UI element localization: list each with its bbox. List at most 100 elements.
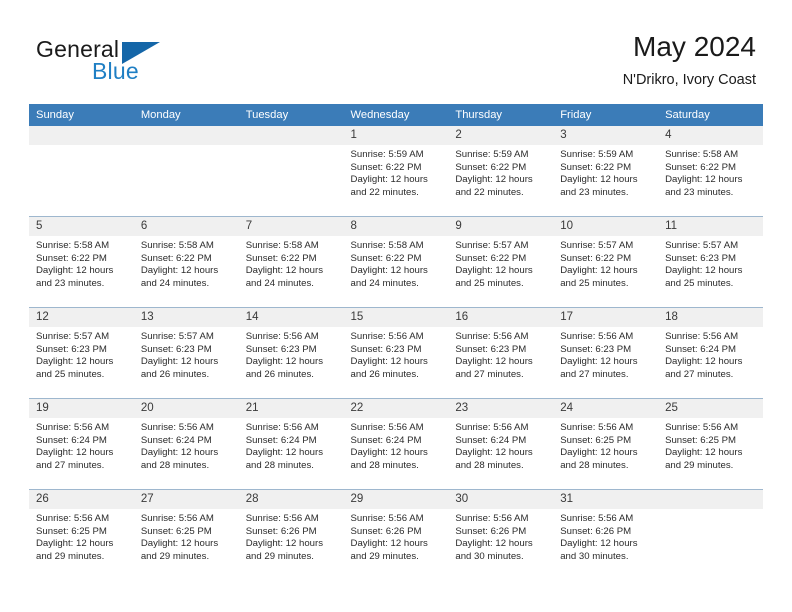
calendar-day-cell[interactable]: 13 Sunrise: 5:57 AM Sunset: 6:23 PM Dayligh…	[133, 307, 239, 399]
sunset-text: Sunset: 6:23 PM	[140, 343, 212, 355]
calendar-day-cell[interactable]: 4 Sunrise: 5:58 AM Sunset: 6:22 PM Daylight…	[658, 126, 763, 217]
daylight-text-line2: and 28 minutes.	[350, 459, 419, 471]
sunrise-text: Sunrise: 5:58 AM	[245, 240, 319, 251]
calendar-page: General Blue May 2024 N'Drikro, Ivory Co…	[0, 0, 792, 612]
daylight-text-line1: Daylight: 12 hours	[665, 174, 743, 186]
day-details: Sunrise: 5:57 AM Sunset: 6:23 PM Daylight:…	[658, 236, 763, 290]
sunrise-text: Sunrise: 5:56 AM	[455, 513, 529, 524]
daylight-text-line2: and 22 minutes.	[455, 186, 524, 198]
sunrise-text: Sunrise: 5:56 AM	[455, 331, 529, 342]
logo-word-blue: Blue	[92, 58, 139, 84]
sunrise-text: Sunrise: 5:56 AM	[36, 513, 110, 524]
day-details: Sunrise: 5:59 AM Sunset: 6:22 PM Daylight:…	[344, 145, 449, 199]
sunset-text: Sunset: 6:23 PM	[245, 343, 317, 355]
calendar-day-cell[interactable]: 18 Sunrise: 5:56 AM Sunset: 6:24 PM Dayligh…	[658, 307, 763, 399]
calendar-day-cell[interactable]: 1 Sunrise: 5:59 AM Sunset: 6:22 PM Daylight…	[343, 126, 449, 217]
calendar-day-cell[interactable]: 16 Sunrise: 5:56 AM Sunset: 6:23 PM Dayligh…	[448, 307, 554, 399]
calendar-day-cell[interactable]: 22 Sunrise: 5:56 AM Sunset: 6:24 PM Dayligh…	[343, 398, 449, 490]
daylight-text-line2: and 29 minutes.	[36, 550, 105, 562]
sunrise-text: Sunrise: 5:58 AM	[665, 149, 739, 160]
calendar-day-cell[interactable]	[29, 126, 134, 217]
calendar-day-cell[interactable]: 31 Sunrise: 5:56 AM Sunset: 6:26 PM Dayligh…	[553, 489, 659, 580]
daylight-text-line1: Daylight: 12 hours	[36, 265, 114, 277]
sunrise-text: Sunrise: 5:56 AM	[140, 513, 214, 524]
calendar-day-cell[interactable]: 3 Sunrise: 5:59 AM Sunset: 6:22 PM Daylight…	[553, 126, 659, 217]
day-number: 18	[658, 308, 763, 327]
sunrise-text: Sunrise: 5:59 AM	[560, 149, 634, 160]
calendar-day-cell[interactable]: 23 Sunrise: 5:56 AM Sunset: 6:24 PM Dayligh…	[448, 398, 554, 490]
daylight-text-line1: Daylight: 12 hours	[455, 174, 533, 186]
calendar-day-cell[interactable]: 11 Sunrise: 5:57 AM Sunset: 6:23 PM Dayligh…	[658, 216, 763, 308]
sunrise-text: Sunrise: 5:58 AM	[36, 240, 110, 251]
calendar-day-cell[interactable]	[133, 126, 239, 217]
calendar-day-cell[interactable]: 5 Sunrise: 5:58 AM Sunset: 6:22 PM Daylight…	[29, 216, 134, 308]
calendar-day-cell[interactable]: 17 Sunrise: 5:56 AM Sunset: 6:23 PM Dayligh…	[553, 307, 659, 399]
calendar-day-cell[interactable]	[658, 489, 763, 580]
daylight-text-line2: and 23 minutes.	[560, 186, 629, 198]
calendar-day-cell[interactable]: 7 Sunrise: 5:58 AM Sunset: 6:22 PM Daylight…	[238, 216, 344, 308]
sunset-text: Sunset: 6:24 PM	[245, 434, 317, 446]
calendar-week-row: 5 Sunrise: 5:58 AM Sunset: 6:22 PM Daylight…	[29, 216, 763, 308]
calendar-day-cell[interactable]: 21 Sunrise: 5:56 AM Sunset: 6:24 PM Dayligh…	[238, 398, 344, 490]
calendar-day-cell[interactable]: 19 Sunrise: 5:56 AM Sunset: 6:24 PM Dayligh…	[29, 398, 134, 490]
daylight-text-line2: and 28 minutes.	[455, 459, 524, 471]
daylight-text-line1: Daylight: 12 hours	[560, 174, 638, 186]
day-details: Sunrise: 5:56 AM Sunset: 6:26 PM Daylight:…	[553, 509, 658, 563]
calendar-day-cell[interactable]: 6 Sunrise: 5:58 AM Sunset: 6:22 PM Daylight…	[133, 216, 239, 308]
day-number	[238, 126, 344, 145]
calendar-day-cell[interactable]: 24 Sunrise: 5:56 AM Sunset: 6:25 PM Dayligh…	[553, 398, 659, 490]
sunset-text: Sunset: 6:22 PM	[350, 252, 422, 264]
sunrise-text: Sunrise: 5:57 AM	[455, 240, 529, 251]
daylight-text-line1: Daylight: 12 hours	[36, 538, 114, 550]
calendar-day-cell[interactable]: 15 Sunrise: 5:56 AM Sunset: 6:23 PM Dayligh…	[343, 307, 449, 399]
daylight-text-line2: and 28 minutes.	[560, 459, 629, 471]
daylight-text-line1: Daylight: 12 hours	[245, 265, 324, 277]
weekday-header-saturday: Saturday	[658, 104, 763, 126]
daylight-text-line1: Daylight: 12 hours	[455, 447, 533, 459]
sunrise-text: Sunrise: 5:56 AM	[560, 331, 634, 342]
calendar-day-cell[interactable]: 20 Sunrise: 5:56 AM Sunset: 6:24 PM Dayligh…	[133, 398, 239, 490]
weekday-header-thursday: Thursday	[448, 104, 554, 126]
day-details: Sunrise: 5:58 AM Sunset: 6:22 PM Daylight:…	[658, 145, 763, 199]
calendar-day-cell[interactable]: 10 Sunrise: 5:57 AM Sunset: 6:22 PM Dayligh…	[553, 216, 659, 308]
sunrise-text: Sunrise: 5:59 AM	[455, 149, 529, 160]
daylight-text-line1: Daylight: 12 hours	[560, 356, 638, 368]
sunset-text: Sunset: 6:22 PM	[455, 252, 527, 264]
weekday-header-monday: Monday	[133, 104, 239, 126]
calendar-week-row: 12 Sunrise: 5:57 AM Sunset: 6:23 PM Dayligh…	[29, 307, 763, 399]
calendar-week-row: 26 Sunrise: 5:56 AM Sunset: 6:25 PM Dayligh…	[29, 489, 763, 580]
day-details: Sunrise: 5:58 AM Sunset: 6:22 PM Daylight:…	[134, 236, 239, 290]
day-number: 30	[448, 490, 554, 509]
calendar-day-cell[interactable]: 25 Sunrise: 5:56 AM Sunset: 6:25 PM Dayligh…	[658, 398, 763, 490]
calendar-day-cell[interactable]: 9 Sunrise: 5:57 AM Sunset: 6:22 PM Daylight…	[448, 216, 554, 308]
calendar-day-cell[interactable]: 26 Sunrise: 5:56 AM Sunset: 6:25 PM Dayligh…	[29, 489, 134, 580]
day-number: 13	[133, 308, 239, 327]
daylight-text-line2: and 27 minutes.	[36, 459, 105, 471]
day-details: Sunrise: 5:59 AM Sunset: 6:22 PM Daylight:…	[448, 145, 553, 199]
day-number: 6	[133, 217, 239, 236]
calendar-day-cell[interactable]: 28 Sunrise: 5:56 AM Sunset: 6:26 PM Dayligh…	[238, 489, 344, 580]
calendar-week-row: 1 Sunrise: 5:59 AM Sunset: 6:22 PM Daylight…	[29, 126, 763, 217]
day-details: Sunrise: 5:56 AM Sunset: 6:23 PM Daylight:…	[344, 327, 449, 381]
calendar-day-cell[interactable]: 29 Sunrise: 5:56 AM Sunset: 6:26 PM Dayligh…	[343, 489, 449, 580]
daylight-text-line2: and 29 minutes.	[350, 550, 419, 562]
day-number: 24	[553, 399, 659, 418]
daylight-text-line1: Daylight: 12 hours	[140, 265, 219, 277]
day-details: Sunrise: 5:57 AM Sunset: 6:23 PM Daylight:…	[134, 327, 239, 381]
calendar-day-cell[interactable]: 2 Sunrise: 5:59 AM Sunset: 6:22 PM Daylight…	[448, 126, 554, 217]
general-blue-logo[interactable]: General Blue	[36, 36, 236, 88]
day-number: 10	[553, 217, 659, 236]
day-details: Sunrise: 5:56 AM Sunset: 6:26 PM Daylight:…	[448, 509, 553, 563]
calendar-day-cell[interactable]	[238, 126, 344, 217]
daylight-text-line1: Daylight: 12 hours	[350, 265, 428, 277]
calendar-day-cell[interactable]: 27 Sunrise: 5:56 AM Sunset: 6:25 PM Dayligh…	[133, 489, 239, 580]
day-details: Sunrise: 5:58 AM Sunset: 6:22 PM Daylight:…	[239, 236, 344, 290]
calendar-day-cell[interactable]: 12 Sunrise: 5:57 AM Sunset: 6:23 PM Dayligh…	[29, 307, 134, 399]
day-number: 29	[343, 490, 449, 509]
calendar-day-cell[interactable]: 14 Sunrise: 5:56 AM Sunset: 6:23 PM Dayligh…	[238, 307, 344, 399]
calendar-day-cell[interactable]: 8 Sunrise: 5:58 AM Sunset: 6:22 PM Daylight…	[343, 216, 449, 308]
calendar-day-cell[interactable]: 30 Sunrise: 5:56 AM Sunset: 6:26 PM Dayligh…	[448, 489, 554, 580]
sunset-text: Sunset: 6:26 PM	[245, 525, 317, 537]
daylight-text-line2: and 26 minutes.	[350, 368, 419, 380]
daylight-text-line2: and 25 minutes.	[455, 277, 524, 289]
